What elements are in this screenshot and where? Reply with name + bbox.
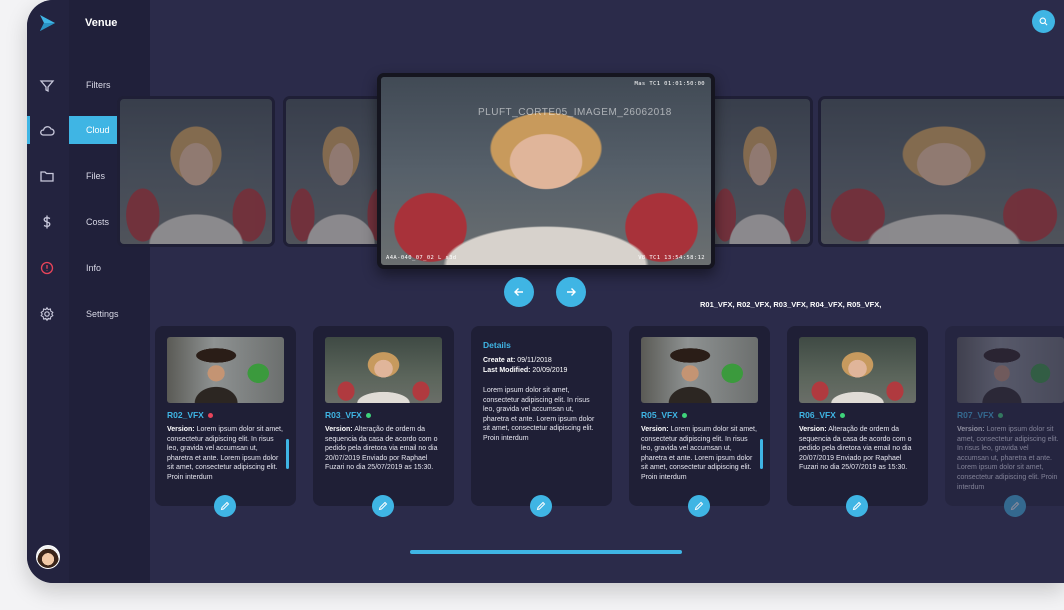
dollar-icon[interactable] xyxy=(39,214,55,230)
gear-icon[interactable] xyxy=(39,306,55,322)
pencil-icon xyxy=(220,501,230,511)
card-scrollbar[interactable] xyxy=(760,439,763,469)
status-dot xyxy=(997,413,1003,419)
status-dot xyxy=(839,413,845,419)
nav-item-files[interactable]: Files xyxy=(86,171,105,181)
folder-icon[interactable] xyxy=(39,168,55,184)
card-description: Version: Lorem ipsum dolor sit amet, con… xyxy=(957,426,1059,491)
logo-icon[interactable] xyxy=(38,14,58,32)
edit-button[interactable] xyxy=(214,495,236,517)
card-title: R03_VFX xyxy=(325,410,371,420)
edit-button[interactable] xyxy=(688,495,710,517)
card-title: R05_VFX xyxy=(641,410,687,420)
prev-button[interactable] xyxy=(504,277,534,307)
tag-list: R01_VFX, R02_VFX, R03_VFX, R04_VFX, R05_… xyxy=(700,300,882,309)
nav-item-filters[interactable]: Filters xyxy=(86,80,111,90)
rail-active-indicator xyxy=(27,116,30,144)
pencil-icon xyxy=(1010,501,1020,511)
card-title: R06_VFX xyxy=(799,410,845,420)
arrow-left-icon xyxy=(514,288,523,296)
details-description: Lorem ipsum dolor sit amet, consectetur … xyxy=(483,387,595,442)
card-description: Version: Lorem ipsum dolor sit amet, con… xyxy=(167,426,283,481)
edit-button[interactable] xyxy=(530,495,552,517)
card-description: Version: Lorem ipsum dolor sit amet, con… xyxy=(641,426,757,481)
version-card[interactable]: R05_VFX Version: Lorem ipsum dolor sit a… xyxy=(629,326,770,517)
card-title: R02_VFX xyxy=(167,410,213,420)
last-modified: Last Modified: 20/09/2019 xyxy=(483,367,568,374)
card-thumbnail xyxy=(957,337,1064,403)
timecode-bottom-right: V8 TC1 13:54:58:12 xyxy=(638,255,705,261)
horizontal-scrollbar[interactable] xyxy=(410,550,682,554)
arrow-right-icon xyxy=(567,288,576,296)
edit-button[interactable] xyxy=(846,495,868,517)
search-button[interactable] xyxy=(1032,10,1055,33)
app-title: Venue xyxy=(85,17,118,29)
created-at: Create at: 09/11/2018 xyxy=(483,357,552,364)
card-scrollbar[interactable] xyxy=(286,439,289,469)
timecode-bottom-left: A4A-040_07_02 L s3d xyxy=(386,255,457,261)
pencil-icon xyxy=(694,501,704,511)
next-button[interactable] xyxy=(556,277,586,307)
avatar[interactable] xyxy=(36,545,60,569)
edit-button[interactable] xyxy=(372,495,394,517)
card-thumbnail xyxy=(325,337,442,403)
search-icon xyxy=(1039,17,1048,26)
filter-icon[interactable] xyxy=(39,78,55,94)
carousel-thumb[interactable] xyxy=(818,96,1064,247)
status-dot xyxy=(681,413,687,419)
details-card[interactable]: Details Create at: 09/11/2018 Last Modif… xyxy=(471,326,612,517)
nav-item-cloud[interactable]: Cloud xyxy=(86,125,110,135)
status-dot xyxy=(207,413,213,419)
card-description: Version: Alteração de ordem da sequencia… xyxy=(325,426,438,472)
carousel-thumb[interactable] xyxy=(707,96,813,247)
edit-button[interactable] xyxy=(1004,495,1026,517)
card-description: Version: Alteração de ordem da sequencia… xyxy=(799,426,912,472)
details-title: Details xyxy=(483,340,511,350)
nav-item-info[interactable]: Info xyxy=(86,263,101,273)
app-window: Venue Filters Cloud Files Costs Info Set… xyxy=(27,0,1064,583)
card-thumbnail xyxy=(167,337,284,403)
featured-still[interactable]: PLUFT_CORTE05_IMAGEM_26062018 Mas TC1 01… xyxy=(377,73,715,269)
cloud-icon[interactable] xyxy=(39,123,55,139)
card-title: R07_VFX xyxy=(957,410,1003,420)
timecode-top: Mas TC1 01:01:50:00 xyxy=(634,81,705,87)
nav-item-settings[interactable]: Settings xyxy=(86,309,119,319)
nav-item-costs[interactable]: Costs xyxy=(86,217,109,227)
featured-watermark: PLUFT_CORTE05_IMAGEM_26062018 xyxy=(478,107,672,118)
card-thumbnail xyxy=(799,337,916,403)
pencil-icon xyxy=(536,501,546,511)
version-card[interactable]: R07_VFX Version: Lorem ipsum dolor sit a… xyxy=(945,326,1064,517)
version-card[interactable]: R06_VFX Version: Alteração de ordem da s… xyxy=(787,326,928,517)
card-thumbnail xyxy=(641,337,758,403)
pencil-icon xyxy=(852,501,862,511)
carousel-thumb[interactable] xyxy=(117,96,275,247)
info-icon[interactable] xyxy=(39,260,55,276)
version-card[interactable]: R02_VFX Version: Lorem ipsum dolor sit a… xyxy=(155,326,296,517)
status-dot xyxy=(365,413,371,419)
version-card[interactable]: R03_VFX Version: Alteração de ordem da s… xyxy=(313,326,454,517)
pencil-icon xyxy=(378,501,388,511)
